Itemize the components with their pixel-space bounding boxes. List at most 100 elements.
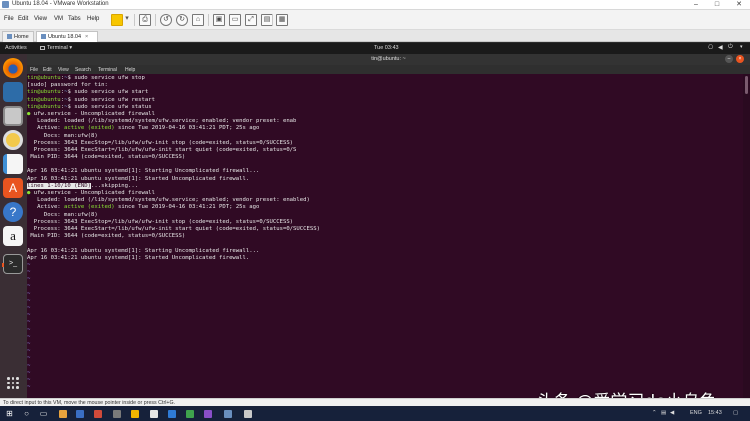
scrollbar-thumb[interactable]	[745, 76, 748, 94]
pager-tilde: ~	[27, 348, 31, 355]
terminal-line: Docs: man:ufw(8)	[27, 211, 98, 218]
tray-volume-icon[interactable]: ◀	[670, 410, 674, 416]
terminal-close-icon[interactable]: ×	[736, 55, 744, 63]
notification-icon[interactable]: ▢	[733, 410, 738, 416]
terminal-line: Active: active (exited) since Tue 2019-0…	[27, 204, 260, 211]
activities-button[interactable]: Activities	[5, 45, 27, 51]
snapshot-manager-icon[interactable]: ⌂	[192, 14, 204, 26]
help-icon[interactable]: ?	[3, 202, 23, 222]
pager-tilde: ~	[27, 297, 31, 304]
thunderbird-icon[interactable]	[3, 82, 23, 102]
vm-icon	[41, 34, 46, 40]
network-icon[interactable]: ⎔	[708, 44, 713, 51]
send-keys-icon[interactable]: ⎙	[139, 14, 151, 26]
file-explorer-icon[interactable]	[59, 410, 67, 418]
windows-start-icon[interactable]: ⊞	[5, 409, 14, 418]
terminal-line: Main PID: 3644 (code=exited, status=0/SU…	[27, 154, 186, 161]
revert-snapshot-icon[interactable]: ↻	[176, 14, 188, 26]
taskbar-app-icon[interactable]	[204, 410, 212, 418]
pager-tilde: ~	[27, 319, 31, 326]
terminal-menu-view[interactable]: View	[58, 67, 69, 73]
power-icon[interactable]: ⏻	[728, 44, 733, 51]
pager-tilde: ~	[27, 376, 31, 383]
show-applications-icon[interactable]	[7, 377, 19, 389]
tab-ubuntu-vm[interactable]: Ubuntu 18.04 ×	[36, 31, 98, 42]
pager-tilde: ~	[27, 340, 31, 347]
taskbar-app-icon[interactable]	[113, 410, 121, 418]
terminal-output[interactable]: tin@ubuntu:~$ sudo service ufw stop [sud…	[27, 74, 743, 398]
console-view-icon[interactable]: ▦	[276, 14, 288, 26]
menu-vm[interactable]: VM	[54, 16, 63, 22]
taskbar-app-icon[interactable]	[76, 410, 84, 418]
libreoffice-writer-icon[interactable]	[3, 154, 23, 174]
terminal-line: Loaded: loaded (/lib/systemd/system/ufw.…	[27, 197, 310, 204]
tray-language[interactable]: ENG	[690, 410, 702, 416]
pager-tilde: ~	[27, 290, 31, 297]
tray-clock[interactable]: 15:43	[708, 410, 722, 416]
menu-help[interactable]: Help	[87, 16, 99, 22]
minimize-icon[interactable]: –	[688, 0, 704, 10]
amazon-icon[interactable]: a	[3, 226, 23, 246]
menu-tabs[interactable]: Tabs	[68, 16, 81, 22]
search-icon[interactable]: ○	[22, 409, 31, 418]
toolbar-divider	[155, 14, 156, 26]
toolbar-divider	[272, 14, 273, 26]
terminal-line: lines 1-10/10 (END)...skipping...	[27, 182, 139, 189]
taskbar-app-icon[interactable]	[186, 410, 194, 418]
terminal-line: Active: active (exited) since Tue 2019-0…	[27, 125, 260, 132]
pager-tilde: ~	[27, 362, 31, 369]
library-icon[interactable]: ▣	[213, 14, 225, 26]
terminal-small-icon	[40, 45, 45, 50]
terminal-menu-help[interactable]: Help	[125, 67, 135, 73]
close-icon[interactable]: ✕	[731, 0, 747, 10]
files-icon[interactable]	[3, 106, 23, 126]
taskbar-app-icon[interactable]	[150, 410, 158, 418]
menu-edit[interactable]: Edit	[18, 16, 28, 22]
clock[interactable]: Tue 03:43	[374, 45, 399, 51]
window-title: Ubuntu 18.04 - VMware Workstation	[12, 1, 109, 7]
terminal-line: Process: 3644 ExecStart=/lib/ufw/ufw-ini…	[27, 146, 297, 153]
tab-home[interactable]: Home	[2, 31, 34, 42]
app-menu-terminal[interactable]: Terminal ▾	[40, 45, 72, 51]
rhythmbox-icon[interactable]	[3, 130, 23, 150]
task-view-icon[interactable]: ▭	[39, 409, 48, 418]
terminal-line: Apr 16 03:41:21 ubuntu systemd[1]: Start…	[27, 254, 250, 261]
menu-view[interactable]: View	[34, 16, 47, 22]
chevron-down-icon[interactable]: ▾	[124, 14, 130, 26]
ubuntu-software-icon[interactable]: A	[3, 178, 23, 198]
vmware-app-icon	[2, 1, 9, 8]
taskbar-app-icon[interactable]	[94, 410, 102, 418]
taskbar-app-icon[interactable]	[131, 410, 139, 418]
taskbar-app-icon[interactable]	[244, 410, 252, 418]
terminal-icon[interactable]: >_	[2, 254, 23, 274]
terminal-menu-file[interactable]: File	[30, 67, 38, 73]
toolbar-divider	[134, 14, 135, 26]
terminal-minimize-icon[interactable]: –	[725, 55, 733, 63]
firefox-icon[interactable]	[3, 58, 23, 78]
terminal-line: tin@ubuntu:~$ sudo service ufw stop	[27, 75, 145, 81]
terminal-menu-terminal[interactable]: Terminal	[98, 67, 117, 73]
pager-tilde: ~	[27, 261, 31, 268]
app-menu-label: Terminal	[47, 45, 68, 51]
volume-icon[interactable]: ◀	[718, 44, 723, 51]
terminal-scrollbar[interactable]	[743, 74, 750, 398]
taskbar-app-icon[interactable]	[168, 410, 176, 418]
maximize-icon[interactable]: □	[709, 0, 725, 10]
power-pause-icon[interactable]	[111, 14, 123, 26]
snapshot-icon[interactable]: ↺	[160, 14, 172, 26]
close-tab-icon[interactable]: ×	[85, 34, 88, 40]
terminal-line: Main PID: 3644 (code=exited, status=0/SU…	[27, 233, 186, 240]
full-screen-icon[interactable]: ⤢	[245, 14, 257, 26]
tray-chevron-icon[interactable]: ⌃	[652, 410, 657, 416]
tray-network-icon[interactable]: ▤	[661, 410, 666, 416]
system-menu-chevron-icon[interactable]: ▾	[740, 44, 743, 50]
menu-file[interactable]: File	[4, 16, 14, 22]
vmware-taskbar-icon[interactable]	[224, 410, 232, 418]
pager-tilde: ~	[27, 269, 31, 276]
terminal-line: Process: 3643 ExecStop=/lib/ufw/ufw-init…	[27, 139, 294, 146]
terminal-menu-search[interactable]: Search	[75, 67, 91, 73]
terminal-header-bar[interactable]: tin@ubuntu: ~ – ×	[27, 54, 750, 65]
home-icon	[7, 34, 12, 40]
thumbnail-icon[interactable]: ▭	[229, 14, 241, 26]
terminal-menu-edit[interactable]: Edit	[43, 67, 52, 73]
